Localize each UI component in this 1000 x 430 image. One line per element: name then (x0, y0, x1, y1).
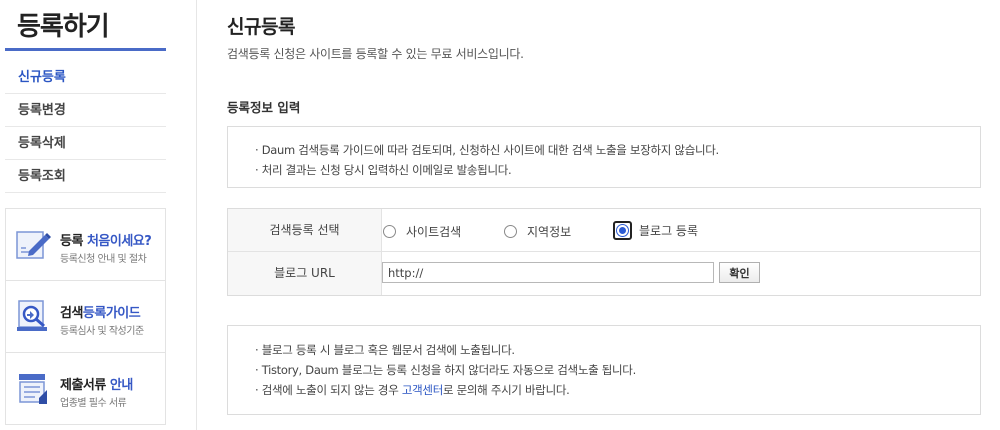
sidebar: 등록하기 신규등록 등록변경 등록삭제 등록조회 등록 처음이세요? 등록신청 … (5, 0, 166, 425)
radio-label: 블로그 등록 (639, 223, 699, 238)
promo-title-plain: 등록 (60, 234, 87, 249)
form-row-url: 블로그 URL 확인 (228, 252, 980, 295)
promo-title-plain: 검색 (60, 306, 83, 321)
form-row-type: 검색등록 선택 사이트검색 지역정보 블로그 등록 (228, 209, 980, 252)
sidebar-item-modify-registration[interactable]: 등록변경 (5, 94, 166, 127)
notice-line: · 블로그 등록 시 블로그 혹은 웹문서 검색에 노출됩니다. (255, 343, 515, 357)
document-stack-icon (19, 374, 47, 404)
radio-checked-icon (616, 223, 629, 237)
radio-blog-registration[interactable]: 블로그 등록 (613, 220, 699, 240)
section-title: 등록정보 입력 (227, 100, 301, 115)
notice-box-bottom: · 블로그 등록 시 블로그 혹은 웹문서 검색에 노출됩니다. · Tisto… (227, 325, 981, 415)
promo-title-highlight: 등록가이드 (82, 306, 141, 321)
notice-text: 로 문의해 주시기 바랍니다. (442, 383, 570, 397)
notice-text: · 검색에 노출이 되지 않는 경우 (255, 383, 402, 397)
radio-local-info[interactable]: 지역정보 (504, 222, 571, 240)
sidebar-item-new-registration[interactable]: 신규등록 (5, 61, 166, 94)
radio-circle-icon (383, 224, 396, 238)
notice-line: · Tistory, Daum 블로그는 등록 신청을 하지 않더라도 자동으로… (255, 363, 636, 377)
promo-documents-guide[interactable]: 제출서류 안내 업종별 필수 서류 (6, 353, 165, 424)
sidebar-promo-box: 등록 처음이세요? 등록신청 안내 및 절차 검색등록가이드 등록심사 및 작성… (5, 208, 166, 425)
confirm-button[interactable]: 확인 (719, 262, 760, 283)
page-title: 신규등록 (227, 16, 295, 38)
type-label: 검색등록 선택 (228, 209, 382, 251)
sidebar-menu: 신규등록 등록변경 등록삭제 등록조회 (5, 61, 166, 193)
promo-title: 검색등록가이드 (60, 302, 141, 321)
promo-subtitle: 업종별 필수 서류 (60, 398, 127, 409)
promo-search-guide[interactable]: 검색등록가이드 등록심사 및 작성기준 (6, 281, 165, 353)
promo-title: 등록 처음이세요? (60, 230, 152, 249)
promo-title: 제출서류 안내 (60, 374, 133, 393)
promo-title-highlight: 처음이세요? (86, 234, 152, 249)
url-label: 블로그 URL (228, 252, 382, 295)
promo-first-time[interactable]: 등록 처음이세요? 등록신청 안내 및 절차 (6, 209, 165, 281)
sidebar-item-lookup-registration[interactable]: 등록조회 (5, 160, 166, 193)
sidebar-item-delete-registration[interactable]: 등록삭제 (5, 127, 166, 160)
pencil-document-icon (16, 231, 51, 259)
customer-center-link[interactable]: 고객센터 (402, 383, 443, 397)
notice-line: · Daum 검색등록 가이드에 따라 검토되며, 신청하신 사이트에 대한 검… (255, 143, 719, 157)
radio-circle-icon (504, 224, 517, 238)
page-description: 검색등록 신청은 사이트를 등록할 수 있는 무료 서비스입니다. (227, 47, 524, 61)
blog-url-input[interactable] (382, 262, 714, 283)
radio-label: 지역정보 (527, 224, 572, 239)
promo-title-plain: 제출서류 (60, 378, 110, 393)
sidebar-title: 등록하기 (5, 0, 166, 51)
promo-subtitle: 등록신청 안내 및 절차 (60, 254, 147, 265)
promo-title-highlight: 안내 (109, 378, 133, 393)
sidebar-divider (196, 0, 197, 430)
focus-frame (613, 220, 632, 240)
registration-form: 검색등록 선택 사이트검색 지역정보 블로그 등록 블로그 URL 확인 (227, 208, 981, 296)
notice-line: · 검색에 노출이 되지 않는 경우 고객센터로 문의해 주시기 바랍니다. (255, 380, 980, 400)
radio-label: 사이트검색 (406, 224, 462, 239)
magnifier-document-icon (17, 300, 47, 331)
promo-subtitle: 등록심사 및 작성기준 (60, 326, 144, 337)
notice-box-top: · Daum 검색등록 가이드에 따라 검토되며, 신청하신 사이트에 대한 검… (227, 126, 981, 188)
radio-site-search[interactable]: 사이트검색 (383, 222, 461, 240)
notice-line: · 처리 결과는 신청 당시 입력하신 이메일로 발송됩니다. (255, 163, 512, 177)
